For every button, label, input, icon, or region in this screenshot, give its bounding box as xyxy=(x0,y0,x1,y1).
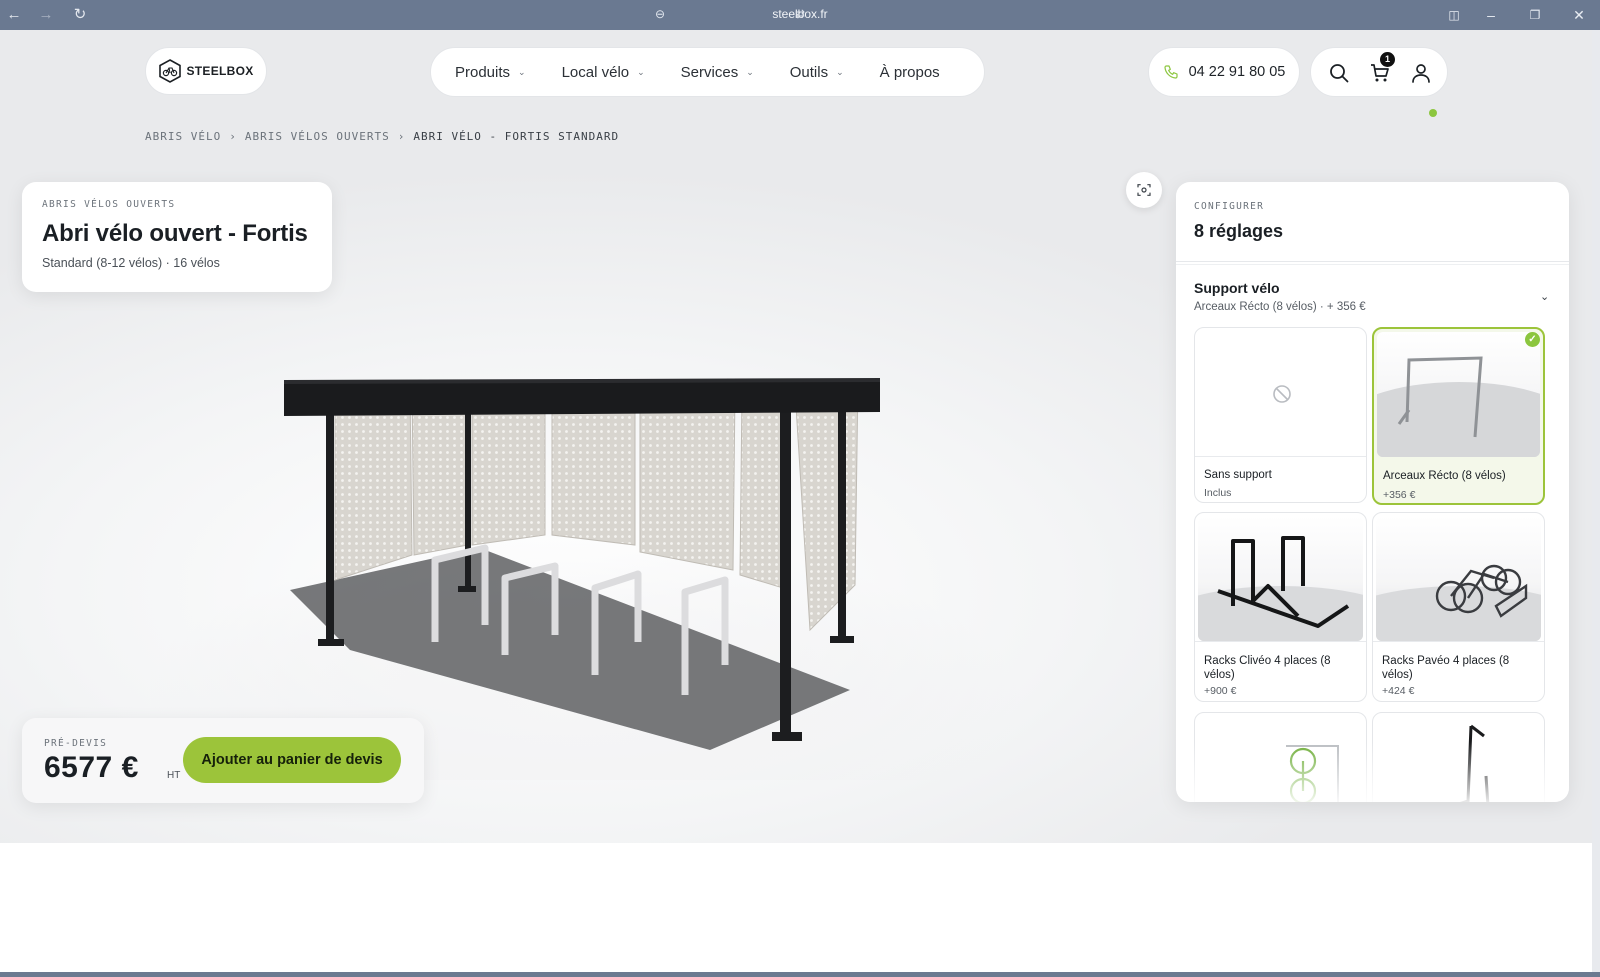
online-status-dot xyxy=(1429,109,1437,117)
accordion-subtitle: Arceaux Récto (8 vélos) · + 356 € xyxy=(1194,301,1366,313)
configurator-eyebrow: CONFIGURER xyxy=(1194,201,1265,212)
nav-item-label: Services xyxy=(680,63,739,81)
nav-item-label: Outils xyxy=(789,63,829,81)
option-thumbnail xyxy=(1198,516,1363,641)
option-price: +424 € xyxy=(1382,685,1415,697)
product-category: ABRIS VÉLOS OUVERTS xyxy=(42,199,176,210)
option-card-racks-paveo[interactable]: Racks Pavéo 4 places (8 vélos) +424 € xyxy=(1372,512,1545,702)
breadcrumb-link[interactable]: ABRIS VÉLO xyxy=(145,130,221,143)
option-label: Sans support xyxy=(1204,469,1272,481)
option-card-racks-cliveo[interactable]: Racks Clivéo 4 places (8 vélos) +900 € xyxy=(1194,512,1367,702)
search-icon[interactable] xyxy=(1327,61,1351,85)
main-navigation: Produits ⌄ Local vélo ⌄ Services ⌄ Outil… xyxy=(430,47,985,97)
shelter-roof xyxy=(284,378,880,416)
price-value: 6577 € xyxy=(44,751,139,784)
breadcrumb-separator: › xyxy=(397,130,406,143)
option-card-sans-support[interactable]: Sans support Inclus xyxy=(1194,327,1367,503)
logo-text: STEELBOX xyxy=(186,64,254,78)
price-unit: HT xyxy=(167,770,181,781)
breadcrumb-current: ABRI VÉLO - FORTIS STANDARD xyxy=(413,130,620,143)
selected-check-icon: ✓ xyxy=(1525,332,1540,347)
breadcrumb-separator: › xyxy=(229,130,237,143)
chevron-down-icon: ⌄ xyxy=(836,66,844,77)
product-3d-viewer[interactable] xyxy=(150,330,1050,780)
nav-item-produits[interactable]: Produits ⌄ xyxy=(455,64,526,81)
option-thumbnail xyxy=(1377,332,1540,457)
nav-item-outils[interactable]: Outils ⌄ xyxy=(790,64,844,81)
nav-item-label: Produits xyxy=(455,63,511,81)
browser-chrome: ← → ↻ ⊖ steelbox.fr ⇄ ◫ – ❐ ✕ xyxy=(0,0,1600,30)
logo-bike-icon xyxy=(159,59,182,83)
nav-item-label: À propos xyxy=(879,63,940,81)
breadcrumb-link[interactable]: ABRIS VÉLOS OUVERTS xyxy=(245,130,390,143)
chevron-down-icon: ⌄ xyxy=(746,66,754,77)
add-to-quote-button[interactable]: Ajouter au panier de devis xyxy=(183,737,401,783)
divider xyxy=(1176,261,1569,262)
frame-focus-icon xyxy=(1137,184,1151,196)
option-label: Racks Pavéo 4 places (8 vélos) xyxy=(1382,655,1510,681)
chevron-down-icon[interactable]: ⌄ xyxy=(1540,290,1549,303)
chevron-down-icon: ⌄ xyxy=(637,66,645,77)
scrollbar-track[interactable] xyxy=(1592,30,1600,972)
divider xyxy=(1195,641,1366,642)
accordion-title: Support vélo xyxy=(1194,280,1280,296)
option-thumbnail xyxy=(1376,516,1541,641)
option-label: Racks Clivéo 4 places (8 vélos) xyxy=(1204,655,1331,681)
divider xyxy=(1195,456,1366,457)
phone-button[interactable]: 04 22 91 80 05 xyxy=(1148,47,1300,97)
scroll-fade xyxy=(1176,742,1569,802)
site-settings-icon[interactable]: ⇄ xyxy=(795,7,805,21)
chevron-down-icon: ⌄ xyxy=(518,66,526,77)
user-icon[interactable] xyxy=(1409,61,1433,85)
configurator-panel: CONFIGURER 8 réglages Support vélo Arcea… xyxy=(1176,182,1569,802)
price-card: PRÉ-DEVIS 6577 € HT Ajouter au panier de… xyxy=(22,718,424,803)
nav-item-label: Local vélo xyxy=(561,63,630,81)
configurator-title: 8 réglages xyxy=(1194,221,1284,241)
close-icon[interactable]: ✕ xyxy=(1568,5,1590,25)
breadcrumb: ABRIS VÉLO › ABRIS VÉLOS OUVERTS › ABRI … xyxy=(145,130,619,143)
option-price: +900 € xyxy=(1204,685,1237,697)
cliveo-rack-image xyxy=(1198,536,1363,641)
nav-item-a-propos[interactable]: À propos xyxy=(880,64,940,81)
product-title: Abri vélo ouvert - Fortis xyxy=(42,220,308,247)
option-label: Arceaux Récto (8 vélos) xyxy=(1383,470,1506,482)
minimize-icon[interactable]: – xyxy=(1480,5,1502,25)
paveo-rack-image xyxy=(1376,564,1541,641)
option-card-arceaux-recto[interactable]: ✓ Arceaux Récto (8 vélos) +356 € xyxy=(1372,327,1545,505)
option-price: Inclus xyxy=(1204,487,1232,499)
product-subtitle: Standard (8-12 vélos) · 16 vélos xyxy=(42,256,220,270)
nav-item-services[interactable]: Services ⌄ xyxy=(681,64,754,81)
option-thumbnail xyxy=(1198,331,1363,456)
logo[interactable]: STEELBOX xyxy=(145,47,267,95)
product-title-card: ABRIS VÉLOS OUVERTS Abri vélo ouvert - F… xyxy=(22,182,332,292)
recenter-view-button[interactable] xyxy=(1126,172,1162,208)
maximize-icon[interactable]: ❐ xyxy=(1524,5,1546,25)
divider xyxy=(1176,264,1569,265)
header-actions xyxy=(1310,47,1448,97)
nav-item-local-velo[interactable]: Local vélo ⌄ xyxy=(562,64,645,81)
phone-number: 04 22 91 80 05 xyxy=(1188,64,1286,80)
divider xyxy=(1373,641,1544,642)
arceau-image xyxy=(1377,356,1540,457)
no-symbol-icon xyxy=(1273,385,1291,403)
option-price: +356 € xyxy=(1383,489,1416,501)
phone-icon xyxy=(1164,65,1178,79)
page: STEELBOX Produits ⌄ Local vélo ⌄ Service… xyxy=(0,30,1592,972)
cart-count-badge: 1 xyxy=(1380,52,1395,67)
sidebar-toggle-icon[interactable]: ◫ xyxy=(1443,5,1465,25)
price-label: PRÉ-DEVIS xyxy=(44,738,108,749)
